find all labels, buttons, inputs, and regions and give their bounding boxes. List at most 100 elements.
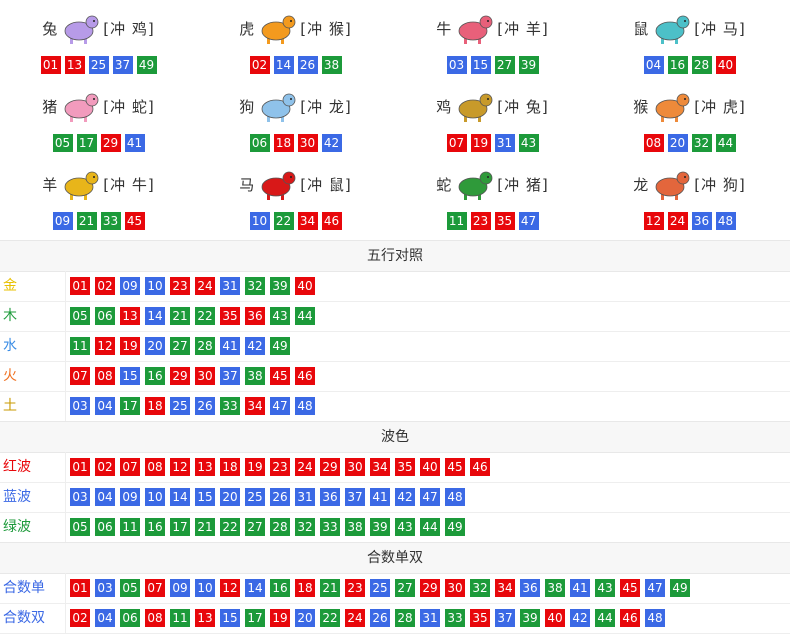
number-ball: 21	[170, 307, 190, 325]
zodiac-grid: 兔 [冲 鸡] 01 13 25 37 49 虎 [冲 猴] 02 14 26 38 牛 [冲 羊] 03 15…	[0, 0, 790, 240]
zodiac-cell: 鼠 [冲 马] 04 16 28 40	[591, 0, 788, 78]
number-ball: 20	[220, 488, 240, 506]
zodiac-clash: [冲 猪]	[497, 175, 549, 194]
number-ball: 03	[70, 397, 90, 415]
zodiac-numbers: 12 24 36 48	[591, 212, 788, 230]
number-ball: 30	[345, 458, 365, 476]
number-ball: 13	[64, 56, 85, 74]
zodiac-clash: [冲 龙]	[300, 97, 352, 116]
zodiac-cell: 兔 [冲 鸡] 01 13 25 37 49	[0, 0, 197, 78]
zodiac-cell: 虎 [冲 猴] 02 14 26 38	[197, 0, 394, 78]
number-ball: 43	[395, 518, 415, 536]
zodiac-cell: 狗 [冲 龙] 06 18 30 42	[197, 78, 394, 156]
tiger-icon	[256, 10, 298, 46]
zodiac-name: 猪	[42, 97, 58, 116]
row-numbers: 01 03 05 07 09 10 12 14 16 18 21 23 25 27 29 30 32 34 36 38…	[70, 579, 690, 597]
snake-icon	[453, 166, 495, 202]
number-ball: 07	[70, 367, 90, 385]
number-ball: 10	[145, 277, 165, 295]
row-label: 蓝波	[0, 482, 66, 512]
horse-icon	[256, 166, 298, 202]
row-numbers: 05 06 13 14 21 22 35 36 43 44	[70, 307, 315, 325]
zodiac-clash: [冲 狗]	[694, 175, 746, 194]
zodiac-name: 牛	[436, 19, 452, 38]
number-ball: 15	[470, 56, 491, 74]
table-row: 红波 01 02 07 08 12 13 18 19 23 24 29 30 34 35 40 45 46	[0, 452, 790, 483]
number-ball: 47	[518, 212, 539, 230]
number-ball: 24	[345, 609, 365, 627]
number-ball: 35	[470, 609, 490, 627]
zodiac-clash: [冲 鸡]	[103, 19, 155, 38]
number-ball: 11	[70, 337, 90, 355]
zodiac-header: 虎 [冲 猴]	[197, 8, 394, 48]
number-ball: 14	[273, 56, 294, 74]
number-ball: 25	[370, 579, 390, 597]
number-ball: 07	[145, 579, 165, 597]
zodiac-name: 虎	[239, 19, 255, 38]
number-ball: 26	[270, 488, 290, 506]
table-row: 土 03 04 17 18 25 26 33 34 47 48	[0, 391, 790, 422]
number-ball: 49	[136, 56, 157, 74]
number-ball: 40	[295, 277, 315, 295]
number-ball: 25	[170, 397, 190, 415]
number-ball: 22	[320, 609, 340, 627]
number-ball: 25	[245, 488, 265, 506]
number-ball: 01	[40, 56, 61, 74]
number-ball: 18	[295, 579, 315, 597]
row-label: 合数双	[0, 603, 66, 633]
zodiac-clash: [冲 马]	[694, 19, 746, 38]
page: 兔 [冲 鸡] 01 13 25 37 49 虎 [冲 猴] 02 14 26 38 牛 [冲 羊] 03 15…	[0, 0, 790, 634]
zodiac-numbers: 11 23 35 47	[394, 212, 591, 230]
heshu-title: 合数单双	[0, 542, 790, 574]
row-numbers: 03 04 17 18 25 26 33 34 47 48	[70, 397, 315, 415]
zodiac-cell: 牛 [冲 羊] 03 15 27 39	[394, 0, 591, 78]
number-ball: 36	[320, 488, 340, 506]
zodiac-header: 鼠 [冲 马]	[591, 8, 788, 48]
number-ball: 04	[95, 609, 115, 627]
zodiac-name: 鼠	[633, 19, 649, 38]
number-ball: 28	[691, 56, 712, 74]
number-ball: 48	[445, 488, 465, 506]
number-ball: 32	[245, 277, 265, 295]
zodiac-name: 羊	[42, 175, 58, 194]
number-ball: 37	[220, 367, 240, 385]
number-ball: 07	[446, 134, 467, 152]
zodiac-numbers: 05 17 29 41	[0, 134, 197, 152]
number-ball: 09	[170, 579, 190, 597]
row-label: 金	[0, 271, 66, 301]
number-ball: 24	[667, 212, 688, 230]
wuxing-title: 五行对照	[0, 240, 790, 272]
table-row: 合数双 02 04 06 08 11 13 15 17 19 20 22 24 26 28 31 33 35 37 3…	[0, 603, 790, 634]
number-ball: 16	[667, 56, 688, 74]
number-ball: 26	[297, 56, 318, 74]
number-ball: 31	[295, 488, 315, 506]
number-ball: 21	[195, 518, 215, 536]
zodiac-numbers: 04 16 28 40	[591, 56, 788, 74]
number-ball: 19	[245, 458, 265, 476]
number-ball: 48	[645, 609, 665, 627]
number-ball: 03	[446, 56, 467, 74]
zodiac-numbers: 09 21 33 45	[0, 212, 197, 230]
table-row: 合数单 01 03 05 07 09 10 12 14 16 18 21 23 25 27 29 30 32 34 3…	[0, 573, 790, 604]
row-numbers: 02 04 06 08 11 13 15 17 19 20 22 24 26 28 31 33 35 37 39 40…	[70, 609, 665, 627]
row-numbers: 01 02 07 08 12 13 18 19 23 24 29 30 34 35 40 45 46	[70, 458, 490, 476]
number-ball: 42	[245, 337, 265, 355]
zodiac-header: 龙 [冲 狗]	[591, 164, 788, 204]
number-ball: 02	[70, 609, 90, 627]
number-ball: 45	[445, 458, 465, 476]
number-ball: 20	[667, 134, 688, 152]
dragon-icon	[650, 166, 692, 202]
number-ball: 12	[95, 337, 115, 355]
zodiac-numbers: 03 15 27 39	[394, 56, 591, 74]
zodiac-name: 狗	[239, 97, 255, 116]
number-ball: 09	[120, 277, 140, 295]
number-ball: 08	[145, 609, 165, 627]
dog-icon	[256, 88, 298, 124]
number-ball: 39	[520, 609, 540, 627]
zodiac-name: 蛇	[436, 175, 452, 194]
number-ball: 14	[170, 488, 190, 506]
zodiac-header: 牛 [冲 羊]	[394, 8, 591, 48]
number-ball: 16	[270, 579, 290, 597]
number-ball: 27	[245, 518, 265, 536]
table-row: 蓝波 03 04 09 10 14 15 20 25 26 31 36 37 41 42 47 48	[0, 482, 790, 513]
